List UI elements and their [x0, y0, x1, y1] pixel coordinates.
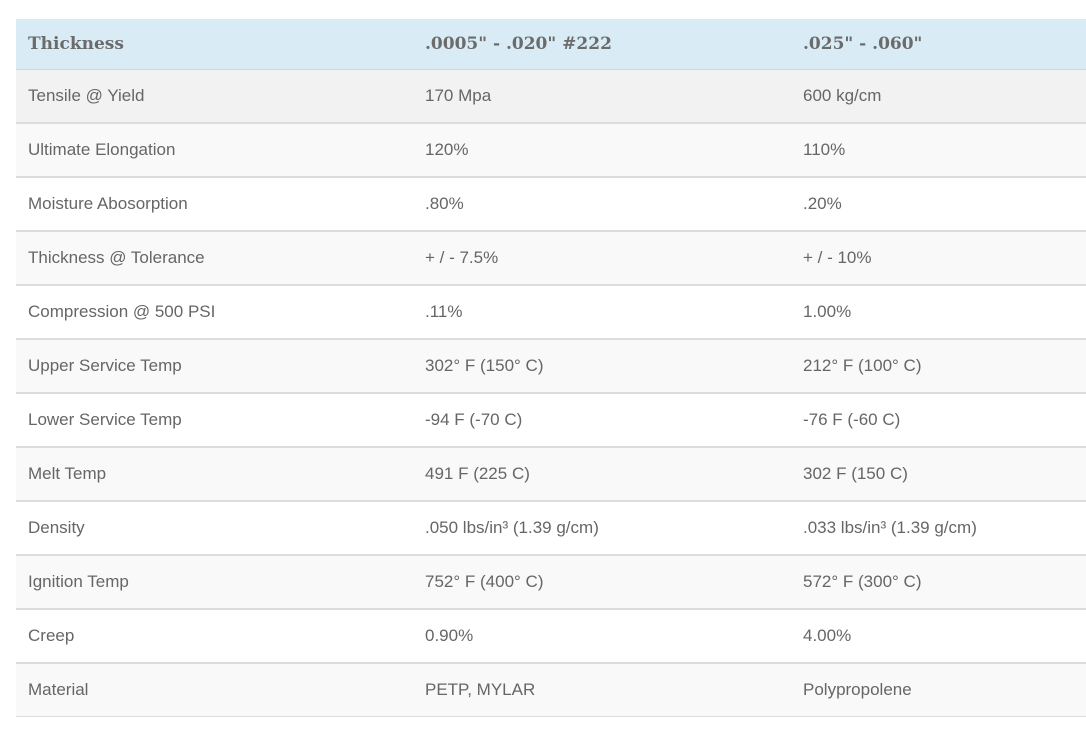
thin-value-cell: .11% — [413, 285, 791, 340]
thick-value-cell: + / - 10% — [791, 231, 1086, 286]
thin-value-cell: 302° F (150° C) — [413, 339, 791, 394]
table-row: Tensile @ Yield 170 Mpa 600 kg/cm — [16, 69, 1086, 124]
property-cell: Thickness @ Tolerance — [16, 231, 413, 286]
table-row: Thickness @ Tolerance + / - 7.5% + / - 10% — [16, 231, 1086, 286]
property-cell: Upper Service Temp — [16, 339, 413, 394]
property-cell: Ignition Temp — [16, 555, 413, 610]
property-cell: Tensile @ Yield — [16, 69, 413, 124]
property-cell: Density — [16, 501, 413, 556]
thin-value-cell: + / - 7.5% — [413, 231, 791, 286]
table-row: Upper Service Temp 302° F (150° C) 212° F … — [16, 339, 1086, 394]
thin-value-cell: 0.90% — [413, 609, 791, 664]
table-row: Material PETP, MYLAR Polypropolene — [16, 663, 1086, 717]
thick-value-cell: .033 lbs/in³ (1.39 g/cm) — [791, 501, 1086, 556]
thin-value-cell: PETP, MYLAR — [413, 663, 791, 717]
property-cell: Material — [16, 663, 413, 717]
thin-value-cell: 120% — [413, 123, 791, 178]
thick-value-cell: -76 F (-60 C) — [791, 393, 1086, 448]
table-row: Melt Temp 491 F (225 C) 302 F (150 C) — [16, 447, 1086, 502]
thick-value-cell: 110% — [791, 123, 1086, 178]
thick-value-cell: .20% — [791, 177, 1086, 232]
table-header-row: Thickness .0005" - .020" #222 .025" - .0… — [16, 19, 1086, 70]
thin-value-cell: 752° F (400° C) — [413, 555, 791, 610]
thick-value-cell: 1.00% — [791, 285, 1086, 340]
table-row: Creep 0.90% 4.00% — [16, 609, 1086, 664]
thick-value-cell: 212° F (100° C) — [791, 339, 1086, 394]
header-property: Thickness — [16, 19, 413, 70]
header-thick-range: .025" - .060" — [791, 19, 1086, 70]
property-cell: Ultimate Elongation — [16, 123, 413, 178]
thin-value-cell: .050 lbs/in³ (1.39 g/cm) — [413, 501, 791, 556]
property-cell: Compression @ 500 PSI — [16, 285, 413, 340]
header-thin-range: .0005" - .020" #222 — [413, 19, 791, 70]
table-row: Lower Service Temp -94 F (-70 C) -76 F (-6… — [16, 393, 1086, 448]
property-cell: Moisture Abosorption — [16, 177, 413, 232]
table-row: Compression @ 500 PSI .11% 1.00% — [16, 285, 1086, 340]
thick-value-cell: Polypropolene — [791, 663, 1086, 717]
table-row: Ultimate Elongation 120% 110% — [16, 123, 1086, 178]
table-row: Density .050 lbs/in³ (1.39 g/cm) .033 lbs/… — [16, 501, 1086, 556]
specifications-table: Thickness .0005" - .020" #222 .025" - .0… — [16, 19, 1086, 717]
property-cell: Melt Temp — [16, 447, 413, 502]
property-cell: Creep — [16, 609, 413, 664]
thick-value-cell: 600 kg/cm — [791, 69, 1086, 124]
thick-value-cell: 302 F (150 C) — [791, 447, 1086, 502]
thin-value-cell: 170 Mpa — [413, 69, 791, 124]
property-cell: Lower Service Temp — [16, 393, 413, 448]
thin-value-cell: -94 F (-70 C) — [413, 393, 791, 448]
table-row: Moisture Abosorption .80% .20% — [16, 177, 1086, 232]
table-row: Ignition Temp 752° F (400° C) 572° F (300°… — [16, 555, 1086, 610]
thin-value-cell: .80% — [413, 177, 791, 232]
thick-value-cell: 4.00% — [791, 609, 1086, 664]
thin-value-cell: 491 F (225 C) — [413, 447, 791, 502]
thick-value-cell: 572° F (300° C) — [791, 555, 1086, 610]
